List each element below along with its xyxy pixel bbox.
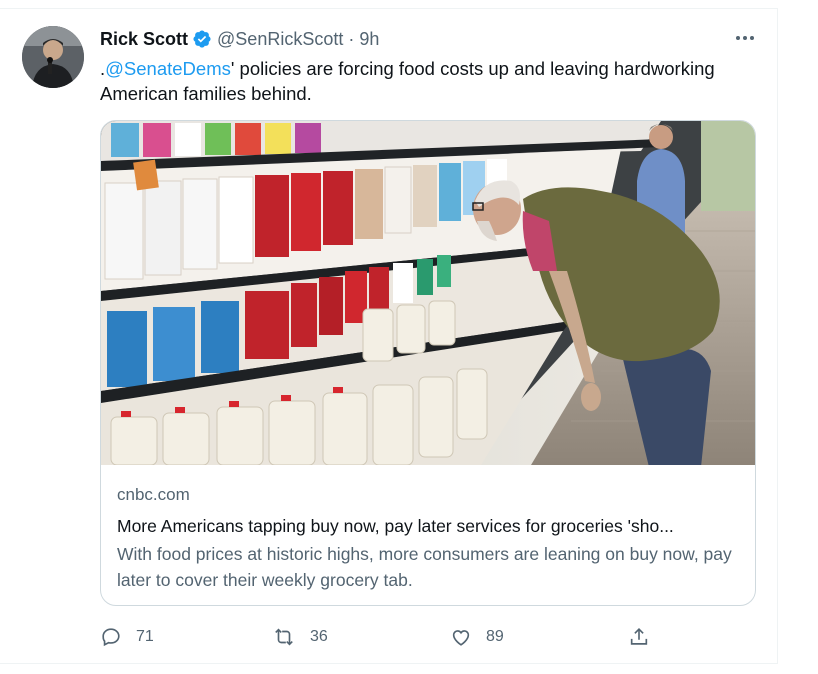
retweet-button[interactable]: 36: [272, 622, 328, 652]
retweet-count: 36: [310, 628, 328, 645]
mention-link[interactable]: @SenateDems: [105, 58, 231, 79]
verified-badge-icon: [192, 29, 212, 49]
timestamp[interactable]: 9h: [359, 29, 379, 50]
heart-icon: [450, 626, 472, 648]
like-button[interactable]: 89: [450, 622, 504, 652]
author-name[interactable]: Rick Scott: [100, 29, 188, 50]
action-bar: 71 36 89: [100, 622, 660, 652]
link-card[interactable]: cnbc.com More Americans tapping buy now,…: [100, 120, 756, 606]
card-image[interactable]: [101, 121, 755, 465]
like-count: 89: [486, 628, 504, 645]
card-body: cnbc.com More Americans tapping buy now,…: [117, 483, 741, 593]
share-icon: [628, 626, 650, 648]
more-horizontal-icon[interactable]: [732, 28, 758, 48]
share-button[interactable]: [628, 622, 650, 652]
author-handle[interactable]: @SenRickScott: [217, 29, 343, 50]
card-title[interactable]: More Americans tapping buy now, pay late…: [117, 513, 741, 539]
retweet-icon: [272, 626, 296, 648]
tweet-text: .@SenateDems' policies are forcing food …: [100, 56, 760, 106]
reply-count: 71: [136, 628, 154, 645]
card-domain: cnbc.com: [117, 485, 190, 504]
reply-icon: [100, 626, 122, 648]
avatar-image: [22, 26, 84, 88]
page: Rick Scott @SenRickScott · 9h .@SenateDe…: [0, 0, 818, 674]
reply-button[interactable]: 71: [100, 622, 154, 652]
avatar[interactable]: [22, 26, 84, 88]
card-description: With food prices at historic highs, more…: [117, 544, 732, 590]
tweet-header: Rick Scott @SenRickScott · 9h: [100, 27, 379, 51]
separator-dot: ·: [348, 28, 355, 49]
